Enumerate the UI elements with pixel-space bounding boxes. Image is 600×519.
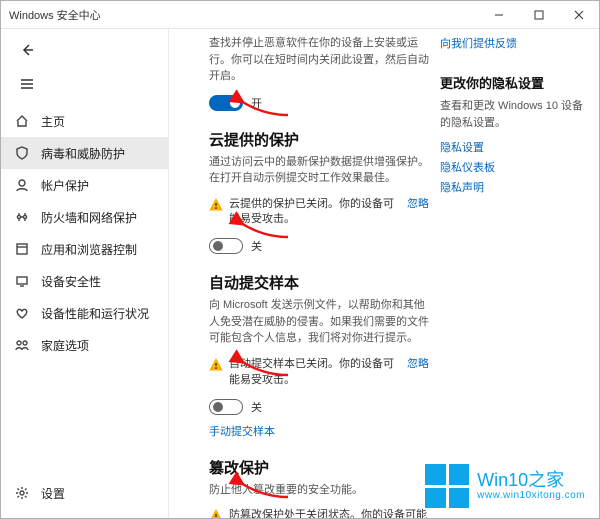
privacy-desc: 查看和更改 Windows 10 设备的隐私设置。 (440, 98, 585, 131)
sidebar-item-app[interactable]: 应用和浏览器控制 (1, 233, 168, 265)
sidebar-item-label: 家庭选项 (41, 337, 89, 354)
tamper-title: 篡改保护 (209, 457, 429, 478)
warning-icon (209, 509, 223, 518)
manual-submit-link[interactable]: 手动提交样本 (209, 426, 275, 438)
feedback-link[interactable]: 向我们提供反馈 (440, 35, 585, 51)
sample-desc: 向 Microsoft 发送示例文件，以帮助你和其他人免受潜在威胁的侵害。如果我… (209, 297, 429, 347)
watermark-url: www.win10xitong.com (477, 490, 585, 501)
cloud-toggle[interactable] (209, 238, 243, 254)
sample-toggle[interactable] (209, 399, 243, 415)
privacy-settings-link[interactable]: 隐私设置 (440, 139, 585, 155)
realtime-desc: 查找并停止恶意软件在你的设备上安装或运行。你可以在短时间内关闭此设置，然后自动开… (209, 35, 429, 85)
sidebar-item-family[interactable]: 家庭选项 (1, 329, 168, 361)
sidebar-item-device-health[interactable]: 设备性能和运行状况 (1, 297, 168, 329)
sidebar-item-label: 病毒和威胁防护 (41, 145, 125, 162)
sidebar-item-label: 防火墙和网络保护 (41, 209, 137, 226)
gear-icon (13, 484, 31, 502)
device-security-icon (13, 272, 31, 290)
health-icon (13, 304, 31, 322)
warning-icon (209, 358, 223, 372)
sample-title: 自动提交样本 (209, 272, 429, 293)
family-icon (13, 336, 31, 354)
privacy-dashboard-link[interactable]: 隐私仪表板 (440, 159, 585, 175)
cloud-dismiss-link[interactable]: 忽略 (407, 197, 429, 229)
cloud-warn-text: 云提供的保护已关闭。你的设备可能易受攻击。 (229, 197, 401, 229)
sidebar-item-label: 应用和浏览器控制 (41, 241, 137, 258)
menu-button[interactable] (13, 71, 41, 97)
realtime-toggle[interactable] (209, 95, 243, 111)
privacy-title: 更改你的隐私设置 (440, 73, 585, 92)
firewall-icon (13, 208, 31, 226)
back-button[interactable] (13, 37, 41, 63)
windows-logo-icon (425, 464, 469, 508)
sample-dismiss-link[interactable]: 忽略 (407, 357, 429, 389)
sample-warn-text: 自动提交样本已关闭。你的设备可能易受攻击。 (229, 357, 401, 389)
sidebar-item-label: 设备安全性 (41, 273, 101, 290)
sidebar-item-label: 帐户保护 (41, 177, 89, 194)
maximize-button[interactable] (519, 1, 559, 29)
tamper-desc: 防止他人篡改重要的安全功能。 (209, 482, 429, 499)
sidebar-item-home[interactable]: 主页 (1, 105, 168, 137)
shield-icon (13, 144, 31, 162)
warning-icon (209, 198, 223, 212)
window-title: Windows 安全中心 (9, 7, 101, 23)
watermark: Win10之家 www.win10xitong.com (425, 464, 585, 508)
toggle-label-off: 关 (251, 399, 262, 415)
minimize-button[interactable] (479, 1, 519, 29)
sidebar-item-device-security[interactable]: 设备安全性 (1, 265, 168, 297)
sidebar-item-virus[interactable]: 病毒和威胁防护 (1, 137, 168, 169)
home-icon (13, 112, 31, 130)
sidebar-item-label: 设备性能和运行状况 (41, 305, 149, 322)
account-icon (13, 176, 31, 194)
watermark-brand: Win10之家 (477, 471, 585, 491)
sidebar-item-account[interactable]: 帐户保护 (1, 169, 168, 201)
toggle-label-off: 关 (251, 238, 262, 254)
toggle-label-on: 开 (251, 95, 262, 111)
sidebar-item-label: 主页 (41, 113, 65, 130)
tamper-warn-text: 防篡改保护处于关闭状态。你的设备可能易受攻击。 (229, 508, 429, 518)
close-button[interactable] (559, 1, 599, 29)
privacy-statement-link[interactable]: 隐私声明 (440, 179, 585, 195)
cloud-title: 云提供的保护 (209, 129, 429, 150)
app-icon (13, 240, 31, 258)
sidebar-item-settings[interactable]: 设置 (13, 478, 168, 508)
sidebar-item-label: 设置 (41, 485, 65, 502)
cloud-desc: 通过访问云中的最新保护数据提供增强保护。在打开自动示例提交时工作效果最佳。 (209, 154, 429, 187)
sidebar-item-firewall[interactable]: 防火墙和网络保护 (1, 201, 168, 233)
